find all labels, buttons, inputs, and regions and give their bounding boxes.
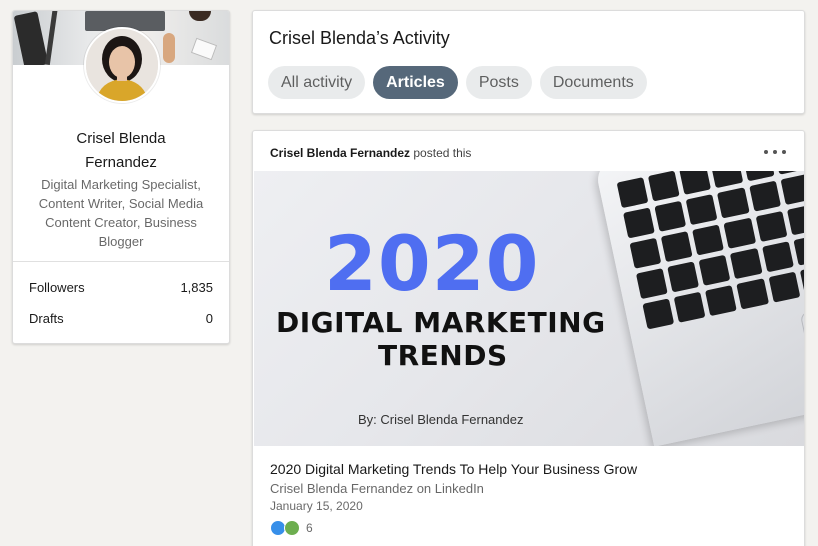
keyboard-key — [629, 237, 662, 269]
stat-label: Drafts — [29, 311, 64, 326]
article-source: Crisel Blenda Fernandez on LinkedIn — [270, 481, 484, 496]
tab-articles[interactable]: Articles — [373, 66, 458, 99]
keyboard-key — [692, 224, 725, 256]
tab-all-activity[interactable]: All activity — [268, 66, 366, 99]
keyboard-key — [748, 180, 781, 212]
keyboard-key — [768, 271, 801, 303]
drafts-stat[interactable]: Drafts 0 — [29, 311, 213, 326]
profile-headline: Digital Marketing Specialist, Content Wr… — [38, 177, 204, 249]
article-title-link[interactable]: 2020 Digital Marketing Trends To Help Yo… — [270, 461, 637, 477]
tab-posts[interactable]: Posts — [465, 66, 532, 99]
more-options-button[interactable] — [764, 147, 786, 157]
followers-stat[interactable]: Followers 1,835 — [29, 280, 213, 295]
keyboard-key — [698, 254, 731, 286]
article-date: January 15, 2020 — [270, 499, 363, 513]
keyboard-key — [673, 291, 706, 323]
image-year-text: 2020 — [324, 219, 540, 308]
keyboard-key — [679, 171, 712, 195]
keyboard-key — [755, 211, 788, 243]
keyboard-key — [723, 217, 756, 249]
keyboard-key — [717, 187, 750, 219]
support-icon — [284, 520, 300, 536]
keyboard-key — [635, 268, 668, 300]
keyboard-key — [667, 261, 700, 293]
keyboard-key — [616, 177, 649, 209]
keyboard-key — [705, 285, 738, 317]
article-cover-image[interactable]: 2020 DIGITAL MARKETING TRENDS By: Crisel… — [254, 171, 804, 446]
keyboard-key — [710, 171, 743, 189]
keyboard-key — [654, 200, 687, 232]
keyboard-key — [761, 241, 794, 273]
tab-documents[interactable]: Documents — [539, 66, 647, 99]
stat-value: 1,835 — [180, 280, 213, 295]
post-header: Crisel Blenda Fernandez posted this — [270, 146, 471, 160]
keyboard-key — [742, 171, 775, 182]
activity-filter-tabs: All activity Articles Posts Documents — [268, 66, 647, 99]
keyboard-key — [648, 171, 680, 202]
keyboard-key — [623, 207, 655, 239]
keyboard-key — [685, 194, 718, 226]
dot-icon — [773, 150, 777, 154]
reactions-summary[interactable]: 6 — [270, 520, 313, 536]
keyboard-key — [786, 204, 804, 236]
keyboard-key — [642, 298, 675, 330]
image-headline-line1: DIGITAL MARKETING — [276, 306, 606, 339]
keyboard-key — [799, 264, 804, 297]
stat-value: 0 — [205, 311, 213, 326]
dot-icon — [782, 150, 786, 154]
keyboard-key — [736, 278, 769, 310]
post-action: posted this — [410, 146, 472, 160]
keyboard-key — [780, 174, 804, 206]
profile-name[interactable]: Crisel Blenda Fernandez — [13, 127, 229, 175]
reaction-count: 6 — [306, 521, 313, 535]
post-author[interactable]: Crisel Blenda Fernandez — [270, 146, 410, 160]
activity-header-card: Crisel Blenda’s Activity All activity Ar… — [252, 10, 805, 114]
avatar[interactable] — [84, 27, 160, 103]
page-title: Crisel Blenda’s Activity — [269, 28, 450, 48]
keyboard-key — [793, 234, 804, 266]
keyboard-key — [730, 248, 763, 280]
profile-card: Crisel Blenda Fernandez Digital Marketin… — [12, 10, 230, 344]
laptop-illustration — [594, 171, 804, 446]
image-byline: By: Crisel Blenda Fernandez — [358, 412, 524, 427]
stat-label: Followers — [29, 280, 85, 295]
dot-icon — [764, 150, 768, 154]
post-card: Crisel Blenda Fernandez posted this 2020… — [252, 130, 805, 546]
divider — [13, 261, 229, 262]
keyboard-key — [660, 231, 693, 263]
image-headline-line2: TRENDS — [378, 339, 508, 372]
